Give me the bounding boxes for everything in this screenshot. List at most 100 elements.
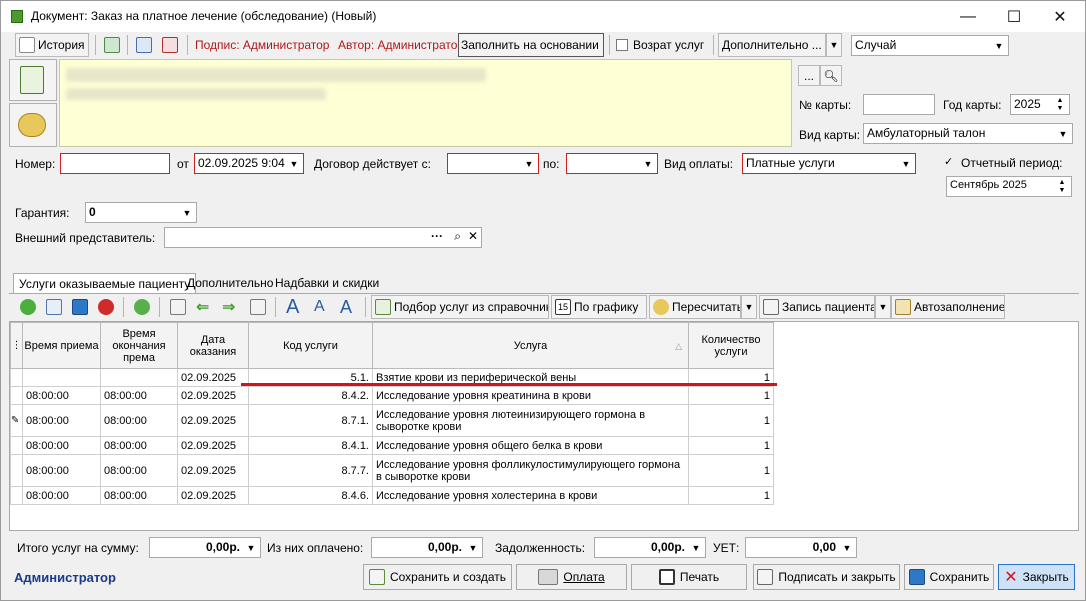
external-rep-input[interactable]: ··· ⌕ ✕ (164, 227, 482, 248)
cell-end-time[interactable]: 08:00:00 (100, 436, 178, 455)
arrow-left-icon[interactable]: ⇐ (193, 295, 212, 319)
arrow-right-icon[interactable]: ⇒ (219, 295, 238, 319)
card-search-button[interactable]: 🔍︎ (820, 65, 842, 86)
history-button[interactable]: История (15, 33, 89, 57)
cell-end-time[interactable]: 08:00:00 (100, 486, 178, 505)
cell-code[interactable]: 8.7.7. (248, 454, 373, 487)
font-larger-icon[interactable]: A (283, 295, 302, 319)
services-grid[interactable]: ⋮ Время приема Время окончания према Дат… (9, 321, 1079, 531)
cell-service[interactable]: Исследование уровня креатинина в крови (372, 386, 689, 405)
cell-service[interactable]: Исследование уровня холестерина в крови (372, 486, 689, 505)
table-row[interactable]: 08:00:00 08:00:00 02.09.2025 8.4.2. Исследов… (10, 386, 774, 405)
total-sum-field[interactable]: 0,00р. ▼ (149, 537, 261, 558)
clear-icon[interactable]: ✕ (468, 229, 478, 243)
additional-dropdown-arrow[interactable]: ▼ (826, 33, 842, 57)
col-header-service[interactable]: Услуга △ (372, 322, 689, 369)
fill-based-button[interactable]: Заполнить на основании ... (458, 33, 604, 57)
case-select[interactable]: Случай ▼ (851, 35, 1009, 56)
unsign-button[interactable] (159, 33, 184, 57)
col-header-end-time[interactable]: Время окончания према (100, 322, 178, 369)
col-header-start-time[interactable]: Время приема (22, 322, 101, 369)
schedule-button[interactable]: 15 По графику (551, 295, 647, 319)
edit-row-button[interactable] (43, 295, 68, 319)
save-and-create-button[interactable]: Сохранить и создать (363, 564, 512, 590)
cell-code[interactable]: 8.7.1. (248, 404, 373, 437)
add-row-button[interactable] (17, 295, 42, 319)
ext-rep-select-button[interactable]: ··· (431, 229, 443, 243)
recalculate-dropdown-arrow[interactable]: ▼ (741, 295, 757, 319)
paid-field[interactable]: 0,00р. ▼ (371, 537, 483, 558)
select-from-reference-button[interactable]: Подбор услуг из справочника (371, 295, 549, 319)
cell-end-time[interactable]: 08:00:00 (100, 386, 178, 405)
cell-end-time[interactable] (100, 368, 178, 387)
cell-end-time[interactable]: 08:00:00 (100, 454, 178, 487)
contract-from-input[interactable]: ▼ (447, 153, 539, 174)
save-row-button[interactable] (69, 295, 94, 319)
cell-quantity[interactable]: 1 (688, 486, 774, 505)
table-row[interactable]: ✎ 08:00:00 08:00:00 02.09.2025 8.7.1. Исследо… (10, 404, 774, 437)
minimize-button[interactable]: — (945, 1, 991, 32)
patient-record-button[interactable]: Запись пациента (759, 295, 875, 319)
row-indicator-header[interactable]: ⋮ (10, 322, 23, 369)
row-indicator[interactable] (10, 386, 23, 405)
cell-end-time[interactable]: 08:00:00 (100, 404, 178, 437)
columns-button[interactable] (247, 295, 272, 319)
cell-date[interactable]: 02.09.2025 (177, 436, 249, 455)
delete-row-button[interactable] (95, 295, 120, 319)
contract-to-input[interactable]: ▼ (566, 153, 658, 174)
col-header-date[interactable]: Дата оказания (177, 322, 249, 369)
cell-service[interactable]: Исследование уровня лютеинизирующего гор… (372, 404, 689, 437)
sign-and-close-button[interactable]: Подписать и закрыть (753, 564, 900, 590)
cell-quantity[interactable]: 1 (688, 454, 774, 487)
select-patient-button[interactable] (9, 59, 57, 101)
tab-services[interactable]: Услуги оказываемые пациенту (13, 273, 197, 294)
table-row[interactable]: 08:00:00 08:00:00 02.09.2025 8.4.6. Исследов… (10, 486, 774, 505)
refresh-button[interactable] (131, 295, 156, 319)
maximize-button[interactable]: ☐ (991, 1, 1037, 32)
cell-quantity[interactable]: 1 (688, 436, 774, 455)
spinner-arrows-icon[interactable]: ▲ ▼ (1054, 178, 1070, 195)
cell-service[interactable]: Исследование уровня фолликулостимулирующ… (372, 454, 689, 487)
cell-date[interactable]: 02.09.2025 (177, 386, 249, 405)
cell-date[interactable]: 02.09.2025 (177, 404, 249, 437)
row-indicator[interactable] (10, 486, 23, 505)
cell-start-time[interactable]: 08:00:00 (22, 454, 101, 487)
period-checkbox[interactable]: ✓ Отчетный период: (944, 156, 1062, 170)
uet-field[interactable]: 0,00 ▼ (745, 537, 857, 558)
row-indicator[interactable] (10, 454, 23, 487)
cell-date[interactable]: 02.09.2025 (177, 368, 249, 387)
close-window-button[interactable]: ✕ (1037, 1, 1083, 32)
save-button[interactable]: Сохранить (904, 564, 994, 590)
period-spinner[interactable]: Сентябрь 2025 ▲ ▼ (946, 176, 1072, 197)
tab-additional[interactable]: Дополнительно (182, 273, 278, 293)
cell-start-time[interactable]: 08:00:00 (22, 404, 101, 437)
return-services-checkbox[interactable]: Возрат услуг (613, 33, 707, 57)
number-input[interactable] (60, 153, 170, 174)
cell-date[interactable]: 02.09.2025 (177, 454, 249, 487)
card-year-spinner[interactable]: 2025 ▲ ▼ (1010, 94, 1070, 115)
cell-start-time[interactable]: 08:00:00 (22, 486, 101, 505)
patient-payments-button[interactable] (9, 103, 57, 147)
card-type-select[interactable]: Амбулаторный талон ▼ (863, 123, 1073, 144)
table-row[interactable]: 08:00:00 08:00:00 02.09.2025 8.7.7. Исследов… (10, 454, 774, 487)
date-from-input[interactable]: 02.09.2025 9:04 ▼ (194, 153, 304, 174)
row-indicator[interactable]: ✎ (10, 404, 23, 437)
debt-field[interactable]: 0,00р. ▼ (594, 537, 706, 558)
guarantee-select[interactable]: 0 ▼ (85, 202, 197, 223)
row-indicator[interactable] (10, 436, 23, 455)
cell-service[interactable]: Исследование уровня общего белка в крови (372, 436, 689, 455)
cell-start-time[interactable] (22, 368, 101, 387)
cell-code[interactable]: 8.4.2. (248, 386, 373, 405)
row-indicator[interactable] (10, 368, 23, 387)
cell-date[interactable]: 02.09.2025 (177, 486, 249, 505)
table-row[interactable]: 08:00:00 08:00:00 02.09.2025 8.4.1. Исследов… (10, 436, 774, 455)
additional-button[interactable]: Дополнительно ... (718, 33, 826, 57)
spinner-arrows-icon[interactable]: ▲ ▼ (1052, 96, 1068, 113)
card-select-button[interactable]: ... (798, 65, 820, 86)
payment-button[interactable]: Оплата (516, 564, 627, 590)
tab-surcharges[interactable]: Надбавки и скидки (270, 273, 384, 293)
copy-button[interactable] (167, 295, 192, 319)
col-header-code[interactable]: Код услуги (248, 322, 373, 369)
cell-start-time[interactable]: 08:00:00 (22, 386, 101, 405)
col-header-quantity[interactable]: Количество услуги (688, 322, 774, 369)
